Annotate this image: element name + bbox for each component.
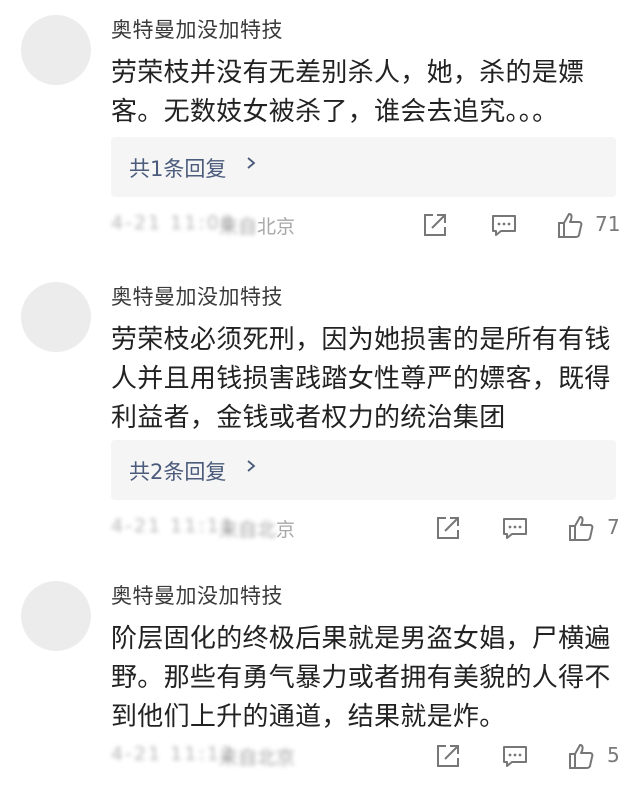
location-blurred: 来自北: [219, 519, 277, 541]
comment-icon[interactable]: [489, 210, 519, 240]
thumbs-up-icon[interactable]: [566, 513, 596, 543]
share-icon[interactable]: [433, 741, 463, 771]
share-icon[interactable]: [420, 210, 450, 240]
comment-icon[interactable]: [500, 513, 530, 543]
replies-button[interactable]: 共2条回复: [111, 440, 616, 500]
comment-icon[interactable]: [500, 741, 530, 771]
comment-meta: 4-21 11:11 来自北京 7: [111, 513, 631, 545]
username[interactable]: 奥特曼加没加特技: [111, 14, 283, 44]
chevron-right-icon: [247, 460, 256, 472]
share-icon[interactable]: [433, 513, 463, 543]
avatar[interactable]: [21, 581, 91, 651]
comment-meta: 4-21 11:08 来自北京 71: [111, 210, 631, 242]
comment-text: 劳荣枝必须死刑，因为她损害的是所有有钱人并且用钱损害践踏女性尊严的嫖客，既得利益…: [111, 325, 611, 433]
comment-item: 奥特曼加没加特技 劳荣枝必须死刑，因为她损害的是所有有钱人并且用钱损害践踏女性尊…: [0, 277, 640, 562]
timestamp: 4-21 11:12: [111, 743, 235, 765]
comment-text: 阶层固化的终极后果就是男盗女娼，尸横遍野。那些有勇气暴力或者拥有美貌的人得不到他…: [111, 624, 611, 732]
location-blurred: 来自: [219, 216, 258, 238]
location-label: 来自北京: [219, 515, 295, 542]
username[interactable]: 奥特曼加没加特技: [111, 281, 283, 311]
location-text: 北京: [257, 216, 296, 238]
replies-label: 共2条回复: [129, 460, 227, 484]
chevron-right-icon: [247, 157, 256, 169]
thumbs-up-icon[interactable]: [566, 741, 596, 771]
username[interactable]: 奥特曼加没加特技: [111, 580, 283, 610]
thumbs-up-icon[interactable]: [555, 210, 585, 240]
like-count: 7: [607, 515, 620, 539]
location-label: 来自北京: [219, 743, 295, 770]
like-count: 71: [595, 212, 621, 236]
comment-text: 劳荣枝并没有无差别杀人，她，杀的是嫖客。无数妓女被杀了，谁会去追究。。。: [111, 58, 585, 127]
comment-item: 奥特曼加没加特技 劳荣枝并没有无差别杀人，她，杀的是嫖客。无数妓女被杀了，谁会去…: [0, 10, 640, 255]
avatar[interactable]: [21, 282, 91, 352]
location-label: 来自北京: [219, 212, 295, 239]
timestamp: 4-21 11:11: [111, 515, 235, 537]
comment-item: 奥特曼加没加特技 阶层固化的终极后果就是男盗女娼，尸横遍野。那些有勇气暴力或者拥…: [0, 576, 640, 789]
replies-label: 共1条回复: [129, 157, 227, 181]
replies-button[interactable]: 共1条回复: [111, 137, 616, 197]
comment-meta: 4-21 11:12 来自北京 5: [111, 741, 631, 773]
like-count: 5: [607, 743, 620, 767]
timestamp: 4-21 11:08: [111, 212, 235, 234]
location-blurred: 来自北京: [219, 747, 296, 769]
avatar[interactable]: [21, 15, 91, 85]
location-text: 京: [276, 519, 296, 541]
